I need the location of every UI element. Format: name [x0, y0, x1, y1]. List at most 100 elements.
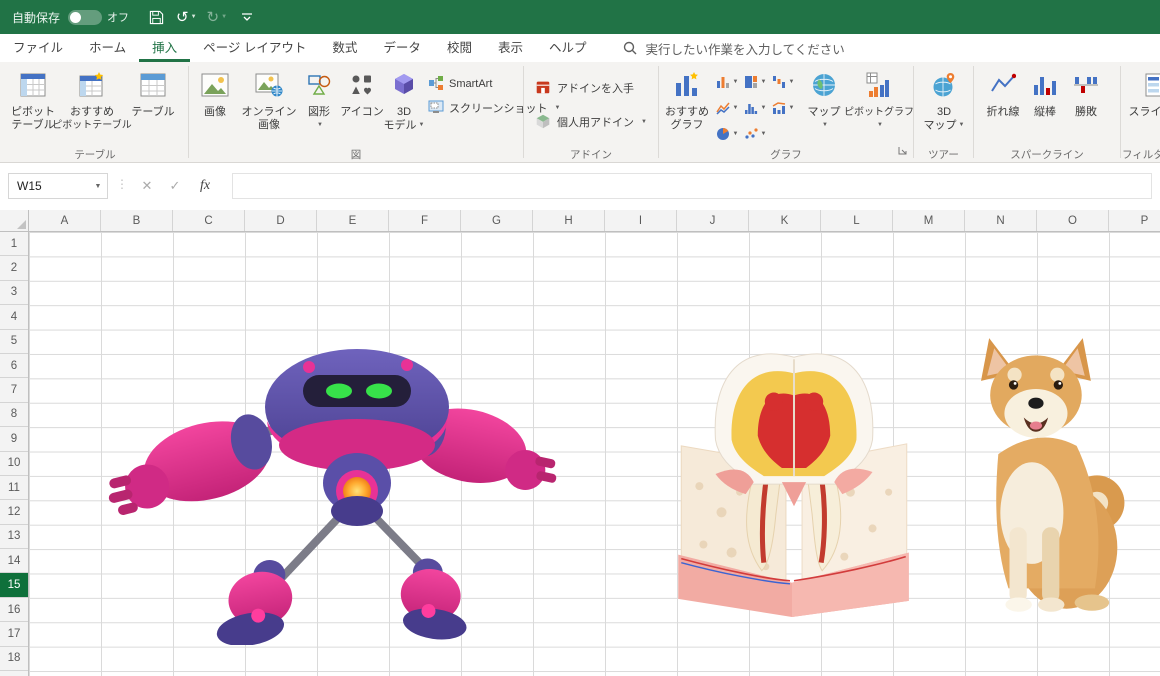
column-header-O[interactable]: O: [1037, 210, 1109, 231]
tab-file[interactable]: ファイル: [0, 34, 76, 62]
sparkline-line-button[interactable]: 折れ線: [982, 64, 1024, 148]
formula-bar: W15 ▼ ⋮ ✕ ✓ fx: [0, 163, 1160, 210]
column-header-H[interactable]: H: [533, 210, 605, 231]
column-header-A[interactable]: A: [29, 210, 101, 231]
maps-button[interactable]: マップ ▼: [802, 64, 846, 148]
undo-dropdown-icon: ▼: [190, 14, 197, 20]
save-button[interactable]: [143, 4, 169, 30]
tooth-anatomy-3d-model[interactable]: [672, 315, 916, 617]
tell-me-search[interactable]: 実行したい作業を入力してください: [623, 34, 845, 62]
table-button[interactable]: テーブル: [126, 64, 180, 148]
row-header-13[interactable]: 13: [0, 525, 28, 550]
insert-statistic-chart-button[interactable]: ▼: [742, 96, 768, 120]
recommended-pivottables-button[interactable]: おすすめ ピボットテーブル: [52, 64, 132, 148]
sparkline-winloss-button[interactable]: 勝敗: [1066, 64, 1106, 148]
autosave-toggle[interactable]: [68, 9, 103, 25]
column-header-J[interactable]: J: [677, 210, 749, 231]
dropdown-icon: ▼: [732, 105, 739, 111]
row-header-12[interactable]: 12: [0, 500, 28, 525]
insert-line-chart-button[interactable]: ▼: [714, 96, 740, 120]
column-header-D[interactable]: D: [245, 210, 317, 231]
group-separator: [523, 66, 524, 158]
shapes-button[interactable]: 図形 ▼: [300, 64, 338, 148]
tab-view[interactable]: 表示: [485, 34, 536, 62]
row-header-18[interactable]: 18: [0, 647, 28, 672]
quick-access-toolbar: ↺ ▼ ↻ ▼: [143, 4, 260, 30]
row-header-5[interactable]: 5: [0, 330, 28, 354]
row-header-4[interactable]: 4: [0, 305, 28, 330]
enter-button[interactable]: ✓: [162, 173, 188, 199]
column-header-L[interactable]: L: [821, 210, 893, 231]
my-addins-dropdown-icon: ▼: [641, 119, 647, 125]
column-header-G[interactable]: G: [461, 210, 533, 231]
tab-data[interactable]: データ: [370, 34, 434, 62]
3d-models-button[interactable]: 3D モデル ▼: [384, 64, 424, 148]
robot-3d-model[interactable]: [90, 325, 570, 646]
tab-formulas[interactable]: 数式: [319, 34, 370, 62]
customize-quick-access-button[interactable]: [234, 4, 260, 30]
get-addins-button[interactable]: アドインを入手: [534, 76, 634, 100]
row-header-14[interactable]: 14: [0, 549, 28, 574]
tab-review[interactable]: 校閲: [434, 34, 485, 62]
column-header-I[interactable]: I: [605, 210, 677, 231]
tab-page-layout[interactable]: ページ レイアウト: [190, 34, 319, 62]
icons-button[interactable]: アイコン: [340, 64, 384, 148]
column-header-row: ABCDEFGHIJKLMNOP: [29, 210, 1160, 232]
my-addins-button[interactable]: 個人用アドイン ▼: [534, 110, 647, 134]
select-all-button[interactable]: [0, 210, 29, 232]
row-header-15[interactable]: 15: [0, 573, 28, 598]
dropdown-icon: ▼: [760, 131, 767, 137]
row-header-11[interactable]: 11: [0, 476, 28, 501]
name-box[interactable]: W15 ▼: [8, 173, 108, 199]
redo-button[interactable]: ↻ ▼: [204, 4, 231, 30]
row-header-16[interactable]: 16: [0, 598, 28, 623]
column-header-M[interactable]: M: [893, 210, 965, 231]
column-header-N[interactable]: N: [965, 210, 1037, 231]
row-header-2[interactable]: 2: [0, 256, 28, 281]
row-header-1[interactable]: 1: [0, 232, 28, 257]
insert-column-chart-button[interactable]: ▼: [714, 70, 740, 94]
row-header-8[interactable]: 8: [0, 403, 28, 428]
row-header-7[interactable]: 7: [0, 378, 28, 403]
table-label: テーブル: [131, 106, 175, 118]
insert-function-button[interactable]: fx: [192, 173, 218, 199]
column-header-B[interactable]: B: [101, 210, 173, 231]
row-header-9[interactable]: 9: [0, 427, 28, 452]
tab-help[interactable]: ヘルプ: [536, 34, 600, 62]
insert-combo-chart-button[interactable]: ▼: [770, 96, 796, 120]
3d-map-button[interactable]: 3D マップ ▼: [920, 64, 968, 148]
name-box-dropdown-icon[interactable]: ▼: [89, 183, 107, 190]
online-pictures-button[interactable]: オンライン 画像: [240, 64, 298, 148]
cancel-button[interactable]: ✕: [134, 173, 160, 199]
shapes-label: 図形: [308, 106, 330, 118]
column-header-F[interactable]: F: [389, 210, 461, 231]
recommended-charts-label-2: グラフ: [670, 119, 704, 131]
group-label-sparklines: スパークライン: [1010, 149, 1084, 160]
sparkline-column-button[interactable]: 縦棒: [1026, 64, 1064, 148]
row-header-10[interactable]: 10: [0, 452, 28, 476]
pictures-button[interactable]: 画像: [192, 64, 238, 148]
insert-scatter-chart-button[interactable]: ▼: [742, 122, 768, 146]
pivottable-button[interactable]: ピボット テーブル: [6, 64, 60, 148]
tab-insert[interactable]: 挿入: [139, 34, 191, 62]
formula-input[interactable]: [232, 173, 1152, 199]
column-header-C[interactable]: C: [173, 210, 245, 231]
row-header-6[interactable]: 6: [0, 354, 28, 379]
column-header-K[interactable]: K: [749, 210, 821, 231]
smartart-button[interactable]: SmartArt: [428, 72, 492, 96]
insert-hierarchy-chart-button[interactable]: ▼: [742, 70, 768, 94]
tab-home[interactable]: ホーム: [76, 34, 139, 62]
recommended-charts-button[interactable]: おすすめ グラフ: [662, 64, 712, 148]
shiba-inu-3d-model[interactable]: [950, 332, 1128, 627]
row-header-3[interactable]: 3: [0, 281, 28, 306]
slicer-button[interactable]: スライサー: [1128, 64, 1160, 148]
column-header-P[interactable]: P: [1109, 210, 1160, 231]
row-header-17[interactable]: 17: [0, 622, 28, 647]
pivotchart-button[interactable]: ピボットグラフ ▼: [844, 64, 914, 148]
screenshot-icon: [428, 99, 444, 118]
row-header-19[interactable]: 19: [0, 671, 28, 676]
undo-button[interactable]: ↺ ▼: [173, 4, 200, 30]
column-header-E[interactable]: E: [317, 210, 389, 231]
insert-waterfall-chart-button[interactable]: ▼: [770, 70, 796, 94]
insert-pie-chart-button[interactable]: ▼: [714, 122, 740, 146]
